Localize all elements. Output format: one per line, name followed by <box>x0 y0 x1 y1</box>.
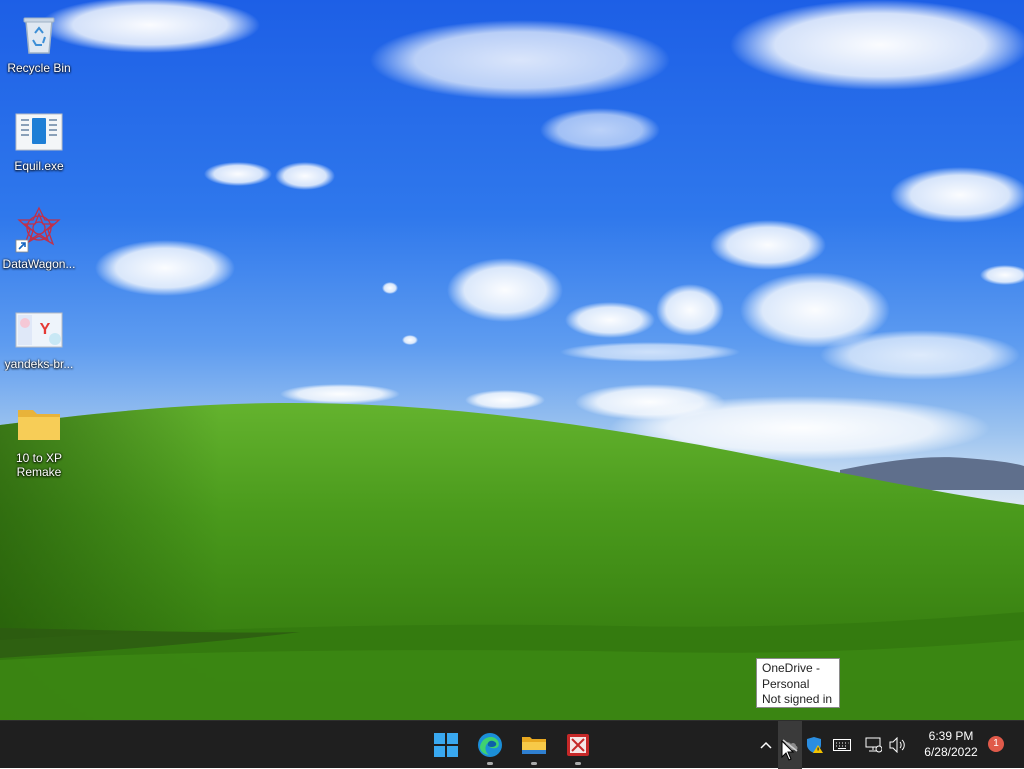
running-indicator <box>487 762 493 765</box>
chevron-up-icon <box>760 741 772 749</box>
edge-icon <box>478 733 502 757</box>
mouse-cursor-icon <box>781 740 795 761</box>
application-icon <box>15 108 63 156</box>
tooltip-line: Personal <box>762 676 810 691</box>
network-tray-button[interactable] <box>862 721 884 769</box>
datawagon-shortcut-icon <box>15 206 63 254</box>
file-explorer-icon <box>522 737 546 754</box>
recycle-bin-icon <box>15 10 63 58</box>
keyboard-icon <box>833 739 851 751</box>
volume-tray-button[interactable] <box>886 721 910 769</box>
windows-security-tray-button[interactable] <box>804 721 826 769</box>
desktop-icon-yandeks[interactable]: Y yandeks-br... <box>0 306 78 371</box>
svg-text:Y: Y <box>40 321 51 338</box>
clock-time: 6:39 PM <box>928 729 974 743</box>
taskbar-file-explorer[interactable] <box>514 721 554 769</box>
show-hidden-icons-button[interactable] <box>756 721 776 769</box>
desktop-icon-label: Recycle Bin <box>7 61 71 75</box>
start-button[interactable] <box>426 721 466 769</box>
tooltip-line: OneDrive - <box>762 661 821 675</box>
taskbar-edge[interactable] <box>470 721 510 769</box>
desktop-icon-equil[interactable]: Equil.exe <box>0 108 78 173</box>
desktop-icon-10-to-xp-remake[interactable]: 10 to XP Remake <box>0 400 78 479</box>
desktop-icon-label: 10 to XP Remake <box>15 451 63 479</box>
onedrive-tooltip: OneDrive - Personal Not signed in <box>756 658 840 708</box>
desktop-icon-label: yandeks-br... <box>4 357 74 371</box>
windows-security-warning-icon <box>807 737 823 753</box>
desktop-icon-datawagon[interactable]: DataWagon... <box>0 206 78 271</box>
folder-icon <box>15 400 63 448</box>
windows-start-icon <box>434 733 458 757</box>
tooltip-line: Not signed in <box>762 692 833 706</box>
desktop-icon-label: DataWagon... <box>2 257 76 271</box>
taskbar-image-app[interactable] <box>558 721 598 769</box>
taskbar: 6:39 PM 6/28/2022 <box>0 720 1024 769</box>
bliss-wallpaper <box>0 0 1024 720</box>
image-app-icon <box>567 734 589 756</box>
desktop-icon-label: Equil.exe <box>14 159 64 173</box>
volume-icon <box>889 737 905 753</box>
notification-badge[interactable]: 1 <box>988 736 1004 752</box>
running-indicator <box>531 762 537 765</box>
keyboard-tray-button[interactable] <box>830 721 854 769</box>
desktop[interactable]: Recycle Bin Equil.exe DataWagon... Y yan… <box>0 0 1024 720</box>
taskbar-clock[interactable]: 6:39 PM 6/28/2022 <box>912 728 990 760</box>
image-file-icon: Y <box>15 306 63 354</box>
network-icon <box>865 737 882 753</box>
running-indicator <box>575 762 581 765</box>
desktop-icon-recycle-bin[interactable]: Recycle Bin <box>0 10 78 75</box>
clock-date: 6/28/2022 <box>924 745 978 759</box>
